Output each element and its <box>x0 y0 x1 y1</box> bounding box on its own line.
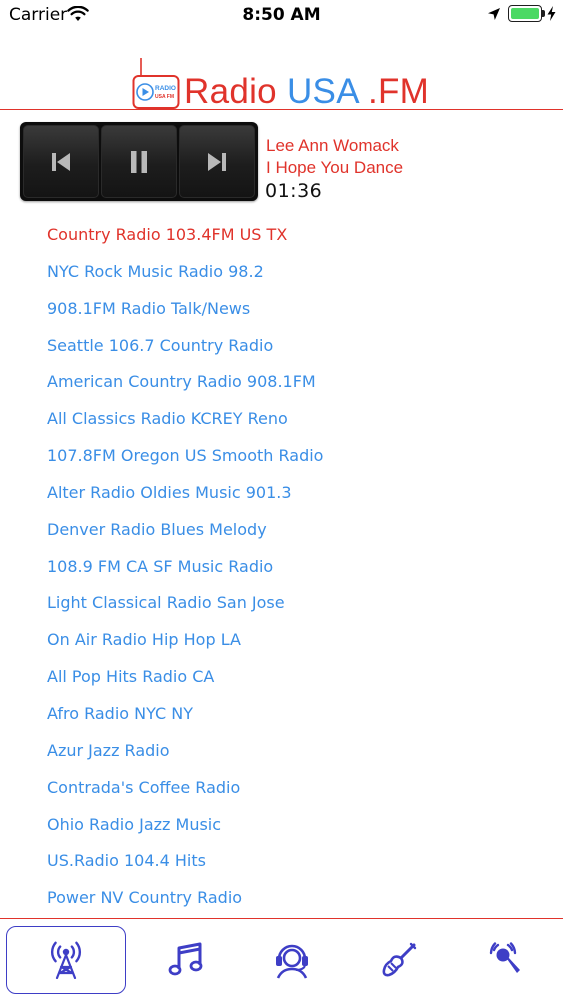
tab-listen[interactable] <box>232 926 352 994</box>
station-item[interactable]: Contrada's Coffee Radio <box>47 775 547 812</box>
pause-button[interactable] <box>101 125 177 198</box>
clock: 8:50 AM <box>242 5 321 25</box>
previous-icon <box>52 152 70 171</box>
app-title-part3: .FM <box>357 72 430 111</box>
station-item[interactable]: 107.8FM Oregon US Smooth Radio <box>47 443 547 480</box>
station-item[interactable]: NYC Rock Music Radio 98.2 <box>47 259 547 296</box>
battery-icon <box>508 5 542 22</box>
station-item[interactable]: Alter Radio Oldies Music 901.3 <box>47 480 547 517</box>
logo-text-bottom: USA FM <box>155 94 174 100</box>
tab-instruments[interactable] <box>339 926 459 994</box>
app-title-part2: USA <box>286 72 358 111</box>
station-item[interactable]: Azur Jazz Radio <box>47 738 547 775</box>
battery-tip <box>542 10 545 17</box>
app-title: Radio USA .FM <box>184 72 429 112</box>
station-item[interactable]: 108.9 FM CA SF Music Radio <box>47 554 547 591</box>
microphone-icon <box>489 942 520 973</box>
pause-icon <box>131 150 147 173</box>
station-list: Country Radio 103.4FM US TX NYC Rock Mus… <box>47 222 547 922</box>
station-item[interactable]: Afro Radio NYC NY <box>47 701 547 738</box>
station-item[interactable]: Light Classical Radio San Jose <box>47 590 547 627</box>
station-item[interactable]: Power NV Country Radio <box>47 885 547 922</box>
station-item[interactable]: US.Radio 104.4 Hits <box>47 848 547 885</box>
app-header: RADIO USA FM Radio USA .FM <box>0 52 563 112</box>
battery-level <box>511 8 539 19</box>
tab-karaoke[interactable] <box>448 926 563 994</box>
status-bar: Carrier 8:50 AM <box>0 0 563 30</box>
station-item[interactable]: All Classics Radio KCREY Reno <box>47 406 547 443</box>
station-item[interactable]: Seattle 106.7 Country Radio <box>47 333 547 370</box>
station-item[interactable]: On Air Radio Hip Hop LA <box>47 627 547 664</box>
station-item[interactable]: 908.1FM Radio Talk/News <box>47 296 547 333</box>
previous-button[interactable] <box>23 125 99 198</box>
next-button[interactable] <box>179 125 255 198</box>
station-item[interactable]: Denver Radio Blues Melody <box>47 517 547 554</box>
station-item[interactable]: American Country Radio 908.1FM <box>47 369 547 406</box>
location-arrow-icon <box>488 8 500 20</box>
music-notes-icon <box>168 942 203 976</box>
tab-music[interactable] <box>126 926 246 994</box>
charging-bolt-icon <box>547 6 556 21</box>
radio-logo-icon: RADIO USA FM <box>132 58 180 109</box>
now-playing-song: I Hope You Dance <box>266 158 404 177</box>
logo-text-top: RADIO <box>155 85 176 92</box>
next-icon <box>208 152 226 171</box>
radio-tower-icon <box>51 941 81 979</box>
tab-bar <box>0 918 563 1000</box>
guitar-icon <box>382 942 417 977</box>
elapsed-time: 01:36 <box>265 180 323 202</box>
app-title-part1: Radio <box>184 72 287 111</box>
player-controls <box>20 122 258 201</box>
headset-icon <box>276 944 308 979</box>
now-playing-artist: Lee Ann Womack <box>266 136 399 155</box>
station-item[interactable]: Ohio Radio Jazz Music <box>47 812 547 849</box>
station-item[interactable]: All Pop Hits Radio CA <box>47 664 547 701</box>
tab-radio-stations[interactable] <box>6 926 126 994</box>
station-item[interactable]: Country Radio 103.4FM US TX <box>47 222 547 259</box>
